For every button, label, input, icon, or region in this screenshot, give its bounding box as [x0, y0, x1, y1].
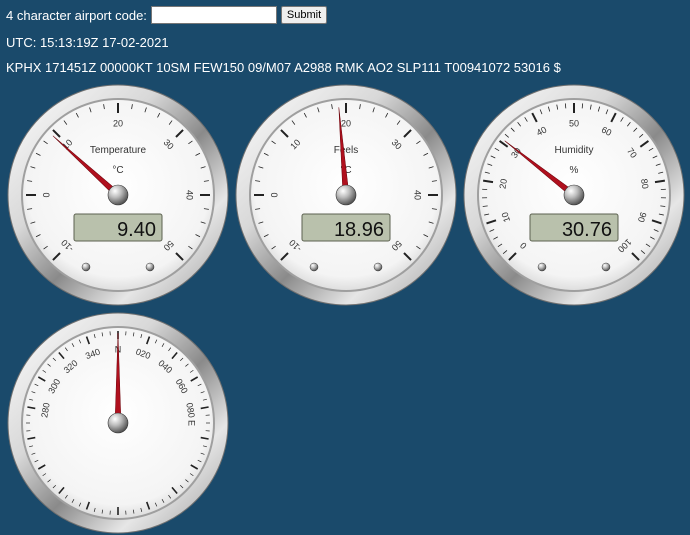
tick-label: 20 — [113, 118, 123, 128]
gauge-title: Temperature — [90, 145, 147, 156]
temperature-gauge: -1001020304050Temperature°C9.40 — [6, 83, 230, 307]
gauge-title: Feels — [334, 145, 358, 156]
needle-hub — [336, 185, 356, 205]
humidity-gauge: 0102030405060708090100Humidity%30.76 — [462, 83, 686, 307]
needle-hub — [108, 413, 128, 433]
airport-code-input[interactable] — [151, 6, 277, 24]
metar-report: KPHX 171451Z 00000KT 10SM FEW150 09/M07 … — [6, 60, 561, 75]
min-led — [82, 263, 90, 271]
tick-label: 40 — [185, 190, 195, 200]
tick-label: 20 — [341, 118, 351, 128]
needle-hub — [108, 185, 128, 205]
min-led — [310, 263, 318, 271]
tick-label: 0 — [269, 192, 279, 197]
tick-label: 0 — [41, 192, 51, 197]
gauge-title: Humidity — [555, 145, 594, 156]
compass-gauge: N020040060080E280300320340 — [6, 311, 230, 535]
min-led — [538, 263, 546, 271]
utc-time: UTC: 15:13:19Z 17-02-2021 — [6, 35, 169, 50]
submit-button[interactable]: Submit — [281, 6, 327, 24]
max-led — [374, 263, 382, 271]
lcd-reading: 9.40 — [117, 219, 156, 241]
max-led — [602, 263, 610, 271]
airport-code-label: 4 character airport code: — [6, 8, 147, 23]
compass-label: E — [187, 420, 197, 426]
tick-label: 50 — [569, 118, 579, 128]
tick-label: 80 — [639, 178, 650, 189]
tick-label: 40 — [413, 190, 423, 200]
tick-label: 20 — [498, 178, 509, 189]
needle-hub — [564, 185, 584, 205]
feels-gauge: -1001020304050Feels°C18.96 — [234, 83, 458, 307]
gauge-unit: °C — [112, 165, 123, 176]
gauge-unit: % — [570, 165, 579, 176]
lcd-reading: 18.96 — [334, 219, 384, 241]
max-led — [146, 263, 154, 271]
lcd-reading: 30.76 — [562, 219, 612, 241]
airport-form: 4 character airport code: Submit — [6, 6, 327, 24]
